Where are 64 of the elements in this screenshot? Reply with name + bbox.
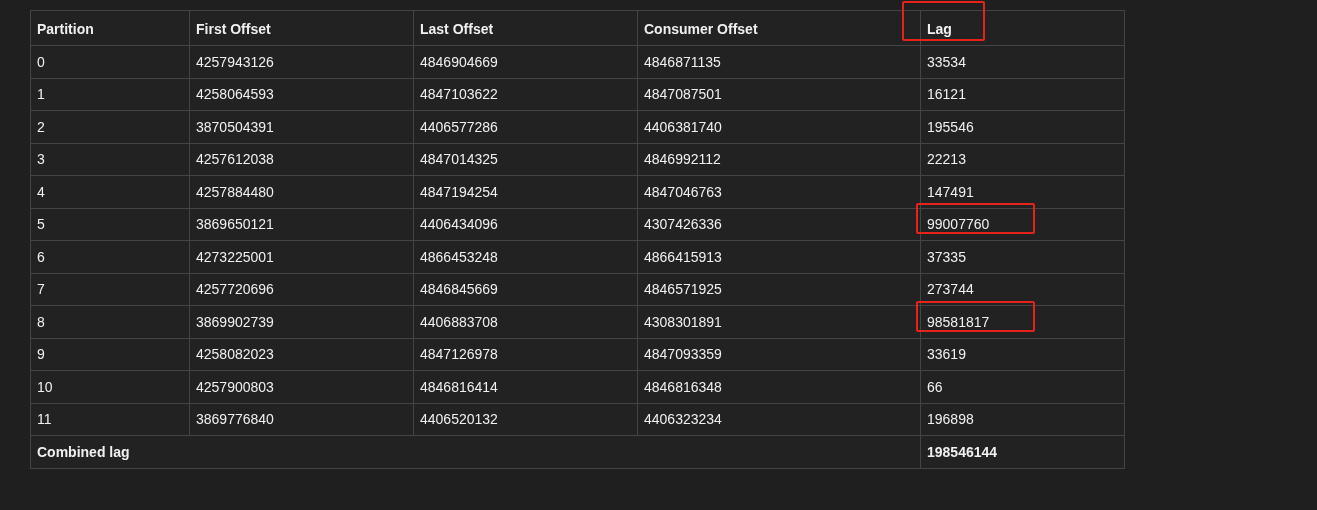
table-cell: 4846871135: [637, 45, 921, 78]
table-cell: 4866415913: [637, 240, 921, 273]
table-cell: 4406577286: [413, 110, 638, 143]
column-header: Last Offset: [413, 10, 638, 46]
table-cell: 4273225001: [189, 240, 414, 273]
table-cell: 4406883708: [413, 305, 638, 338]
table-cell: 4847103622: [413, 78, 638, 111]
table-cell: 4307426336: [637, 208, 921, 241]
table-cell: 4257943126: [189, 45, 414, 78]
table-cell: 5: [30, 208, 190, 241]
table-cell: 4847014325: [413, 143, 638, 176]
table-cell: 4846845669: [413, 273, 638, 306]
table-cell: 4847194254: [413, 175, 638, 208]
table-cell: 2: [30, 110, 190, 143]
table-cell: 4258064593: [189, 78, 414, 111]
table-cell: 273744: [920, 273, 1125, 306]
table-cell: 4406520132: [413, 403, 638, 436]
table-cell: 9: [30, 338, 190, 371]
table-cell: 11: [30, 403, 190, 436]
table-cell: 4308301891: [637, 305, 921, 338]
table-cell: 3869650121: [189, 208, 414, 241]
table-cell: 196898: [920, 403, 1125, 436]
table-cell: Combined lag: [30, 435, 921, 468]
table-cell: 4406323234: [637, 403, 921, 436]
table-cell: 6: [30, 240, 190, 273]
table-cell: 22213: [920, 143, 1125, 176]
table-cell: 66: [920, 370, 1125, 403]
table-cell: 4847093359: [637, 338, 921, 371]
table-cell: 7: [30, 273, 190, 306]
table-cell: 3869902739: [189, 305, 414, 338]
table-cell: 4847046763: [637, 175, 921, 208]
table-cell: 0: [30, 45, 190, 78]
table-cell: 4846816348: [637, 370, 921, 403]
table-cell: 4: [30, 175, 190, 208]
table-cell: 3: [30, 143, 190, 176]
table-cell: 33534: [920, 45, 1125, 78]
table-cell: 4406381740: [637, 110, 921, 143]
table-cell: 3869776840: [189, 403, 414, 436]
table-cell: 4846904669: [413, 45, 638, 78]
table-cell: 147491: [920, 175, 1125, 208]
table-cell: 4257720696: [189, 273, 414, 306]
table-cell: 16121: [920, 78, 1125, 111]
table-cell: 4846992112: [637, 143, 921, 176]
column-header: Partition: [30, 10, 190, 46]
table-cell: 8: [30, 305, 190, 338]
table-cell: 1: [30, 78, 190, 111]
table-cell: 4257900803: [189, 370, 414, 403]
table-cell: 4406434096: [413, 208, 638, 241]
table-cell: 4847126978: [413, 338, 638, 371]
table-cell: 198546144: [920, 435, 1125, 468]
table-cell: 4847087501: [637, 78, 921, 111]
table-cell: 4257884480: [189, 175, 414, 208]
table-cell: 4866453248: [413, 240, 638, 273]
table-cell: 10: [30, 370, 190, 403]
table-cell: 3870504391: [189, 110, 414, 143]
column-header: Consumer Offset: [637, 10, 921, 46]
table-cell: 195546: [920, 110, 1125, 143]
table-cell: 4846816414: [413, 370, 638, 403]
table-cell: 4258082023: [189, 338, 414, 371]
column-header: First Offset: [189, 10, 414, 46]
table-cell: 4257612038: [189, 143, 414, 176]
table-cell: 33619: [920, 338, 1125, 371]
table-cell: 4846571925: [637, 273, 921, 306]
table-cell: 37335: [920, 240, 1125, 273]
